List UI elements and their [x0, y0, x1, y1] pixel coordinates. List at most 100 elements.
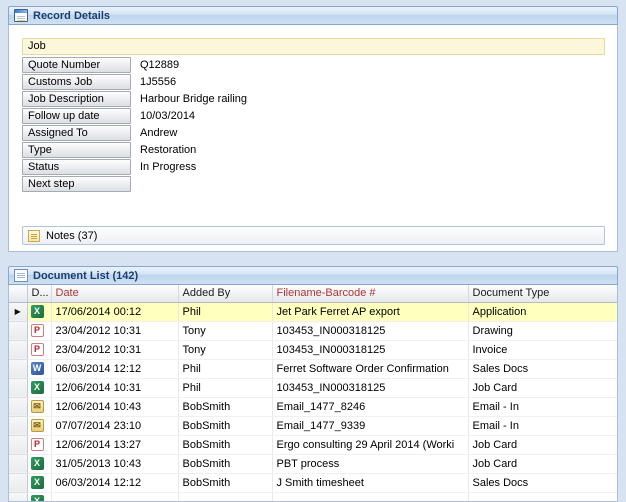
cell-doc_type[interactable]: Job Card [468, 378, 617, 398]
cell-date[interactable]: 31/05/2013 10:43 [51, 454, 179, 474]
column-header-added_by[interactable]: Added By [178, 285, 273, 303]
column-header-doc_type[interactable]: Document Type [468, 285, 617, 303]
column-header-filename[interactable]: Filename-Barcode # [272, 285, 469, 303]
cell-added_by[interactable]: BobSmith [178, 454, 273, 474]
cell-date[interactable]: 12/06/2014 10:31 [51, 378, 179, 398]
cell-added_by[interactable]: BobSmith [178, 397, 273, 417]
document-row[interactable]: X 06/03/2014 12:12 BobSmith J Smith timeshe… [9, 473, 617, 493]
job-field-label[interactable]: Quote Number [22, 57, 131, 73]
cell-filename[interactable]: Email_1477_9339 [272, 416, 469, 436]
cell-doc-icon[interactable]: X [27, 302, 52, 322]
cell-date[interactable]: 17/06/2014 00:12 [51, 302, 179, 322]
job-field-value[interactable]: Andrew [131, 125, 605, 142]
row-selector[interactable] [9, 416, 28, 436]
job-field-value[interactable] [131, 176, 605, 193]
cell-doc_type[interactable]: Email - In [468, 397, 617, 417]
cell-filename[interactable]: 103453_IN000318125 [272, 340, 469, 360]
row-selector[interactable] [9, 378, 28, 398]
row-selector[interactable] [9, 397, 28, 417]
cell-date[interactable]: 07/07/2014 23:10 [51, 416, 179, 436]
cell-filename[interactable]: PBT process [272, 454, 469, 474]
cell-date[interactable]: 06/03/2014 12:12 [51, 473, 179, 493]
cell-doc_type[interactable]: Job Card [468, 454, 617, 474]
document-list-titlebar[interactable]: Document List (142) [8, 266, 618, 285]
column-header-icon[interactable]: D... [27, 285, 52, 303]
job-field-label[interactable]: Next step [22, 176, 131, 192]
cell-date[interactable] [51, 492, 179, 501]
cell-doc-icon[interactable]: X [27, 454, 52, 474]
document-row[interactable]: P 12/06/2014 13:27 BobSmith Ergo consulting… [9, 435, 617, 455]
cell-date[interactable]: 23/04/2012 10:31 [51, 340, 179, 360]
job-field-label[interactable]: Type [22, 142, 131, 158]
row-selector-header[interactable] [9, 285, 28, 303]
cell-added_by[interactable]: Phil [178, 378, 273, 398]
cell-doc-icon[interactable]: P [27, 321, 52, 341]
row-selector[interactable] [9, 321, 28, 341]
row-selector[interactable] [9, 473, 28, 493]
cell-filename[interactable]: Email_1477_8246 [272, 397, 469, 417]
document-row[interactable]: P 23/04/2012 10:31 Tony 103453_IN000318125 I… [9, 340, 617, 360]
cell-filename[interactable]: Jet Park Ferret AP export [272, 302, 469, 322]
cell-doc-icon[interactable]: ✉ [27, 416, 52, 436]
cell-doc-icon[interactable]: P [27, 340, 52, 360]
cell-filename[interactable] [272, 492, 469, 501]
job-field-value[interactable]: 1J5556 [131, 74, 605, 91]
cell-added_by[interactable]: Phil [178, 359, 273, 379]
cell-doc_type[interactable]: Invoice [468, 340, 617, 360]
cell-date[interactable]: 23/04/2012 10:31 [51, 321, 179, 341]
record-details-titlebar[interactable]: Record Details [8, 6, 618, 25]
cell-doc-icon[interactable]: X [27, 473, 52, 493]
job-field-value[interactable]: 10/03/2014 [131, 108, 605, 125]
cell-date[interactable]: 06/03/2014 12:12 [51, 359, 179, 379]
cell-doc_type[interactable]: Sales Docs [468, 359, 617, 379]
cell-filename[interactable]: Ferret Software Order Confirmation [272, 359, 469, 379]
cell-added_by[interactable]: Tony [178, 321, 273, 341]
cell-filename[interactable]: J Smith timesheet [272, 473, 469, 493]
document-row[interactable]: P 23/04/2012 10:31 Tony 103453_IN000318125 D… [9, 321, 617, 341]
cell-added_by[interactable]: BobSmith [178, 416, 273, 436]
cell-doc-icon[interactable]: X [27, 492, 52, 501]
notes-section-toggle[interactable]: Notes (37) [22, 226, 605, 245]
cell-date[interactable]: 12/06/2014 13:27 [51, 435, 179, 455]
document-row[interactable]: ✉ 07/07/2014 23:10 BobSmith Email_1477_9339… [9, 416, 617, 436]
row-selector[interactable] [9, 359, 28, 379]
document-row[interactable]: ▶ X 17/06/2014 00:12 Phil Jet Park Ferret AP… [9, 302, 617, 322]
cell-date[interactable]: 12/06/2014 10:43 [51, 397, 179, 417]
cell-doc_type[interactable]: Email - In [468, 416, 617, 436]
cell-filename[interactable]: Ergo consulting 29 April 2014 (Worki [272, 435, 469, 455]
document-row[interactable]: X 31/05/2013 10:43 BobSmith PBT process Job … [9, 454, 617, 474]
document-row[interactable]: X [9, 492, 617, 501]
document-row[interactable]: X 12/06/2014 10:31 Phil 103453_IN000318125 J… [9, 378, 617, 398]
row-selector[interactable]: ▶ [9, 302, 28, 322]
panel-splitter[interactable] [8, 252, 618, 266]
cell-doc-icon[interactable]: W [27, 359, 52, 379]
cell-doc-icon[interactable]: ✉ [27, 397, 52, 417]
cell-added_by[interactable]: BobSmith [178, 473, 273, 493]
cell-added_by[interactable] [178, 492, 273, 501]
row-selector[interactable] [9, 454, 28, 474]
cell-doc_type[interactable] [468, 492, 617, 501]
job-field-value[interactable]: Restoration [131, 142, 605, 159]
cell-doc-icon[interactable]: P [27, 435, 52, 455]
cell-filename[interactable]: 103453_IN000318125 [272, 321, 469, 341]
cell-doc_type[interactable]: Application [468, 302, 617, 322]
cell-doc_type[interactable]: Job Card [468, 435, 617, 455]
cell-filename[interactable]: 103453_IN000318125 [272, 378, 469, 398]
document-row[interactable]: W 06/03/2014 12:12 Phil Ferret Software Ord… [9, 359, 617, 379]
cell-added_by[interactable]: Phil [178, 302, 273, 322]
cell-doc_type[interactable]: Drawing [468, 321, 617, 341]
job-field-value[interactable]: Harbour Bridge railing [131, 91, 605, 108]
job-field-label[interactable]: Customs Job Number [22, 74, 131, 102]
cell-doc_type[interactable]: Sales Docs [468, 473, 617, 493]
job-field-value[interactable]: Q12889 [131, 57, 605, 74]
row-selector[interactable] [9, 492, 28, 501]
document-row[interactable]: ✉ 12/06/2014 10:43 BobSmith Email_1477_8246… [9, 397, 617, 417]
job-field-value[interactable]: In Progress [131, 159, 605, 176]
cell-doc-icon[interactable]: X [27, 378, 52, 398]
job-field-label[interactable]: Job Description [22, 91, 131, 107]
row-selector[interactable] [9, 435, 28, 455]
job-field-label[interactable]: Follow up date [22, 108, 131, 124]
cell-added_by[interactable]: BobSmith [178, 435, 273, 455]
column-header-date[interactable]: Date [51, 285, 179, 303]
job-field-label[interactable]: Status [22, 159, 131, 175]
